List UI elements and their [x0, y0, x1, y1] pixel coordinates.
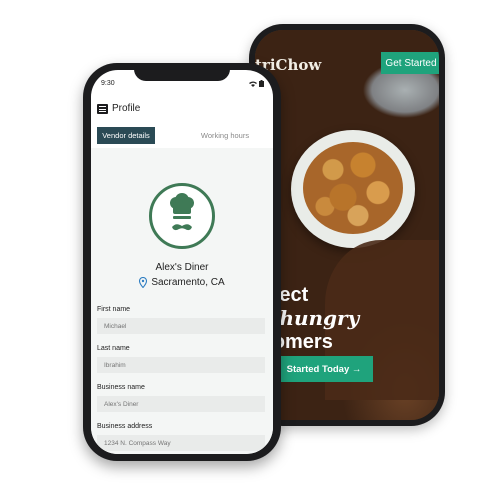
app-bar: Profile: [91, 98, 273, 122]
food-image: [303, 142, 403, 234]
tab-working-hours[interactable]: Working hours: [195, 127, 255, 144]
menu-icon[interactable]: [97, 104, 108, 114]
location-pin-icon: [139, 277, 148, 288]
marketing-screen: triChow Get Started nnect th hungry stom…: [255, 30, 439, 420]
tab-vendor-details[interactable]: Vendor details: [97, 127, 155, 144]
business-name-field[interactable]: [97, 396, 265, 412]
profile-screen: 9:30 Profile Vendor details Working hour…: [91, 70, 273, 454]
business-name-label: Business name: [97, 384, 145, 391]
vendor-location: Sacramento, CA: [91, 277, 273, 288]
get-started-today-button[interactable]: Started Today →: [275, 356, 373, 382]
first-name-label: First name: [97, 306, 131, 313]
last-name-field[interactable]: [97, 357, 265, 373]
business-address-label: Business address: [97, 423, 153, 430]
battery-icon: [259, 80, 264, 87]
status-icons: [249, 80, 264, 87]
profile-content: Alex's Diner Sacramento, CA First name L…: [91, 148, 273, 454]
get-started-button[interactable]: Get Started: [381, 52, 439, 74]
wifi-icon: [249, 81, 257, 87]
location-text: Sacramento, CA: [151, 277, 225, 288]
profile-phone: 9:30 Profile Vendor details Working hour…: [83, 63, 281, 461]
phone-notch: [134, 63, 230, 81]
chef-mustache-icon: [170, 193, 194, 231]
last-name-label: Last name: [97, 345, 130, 352]
vendor-name: Alex's Diner: [155, 262, 209, 273]
page-title: Profile: [112, 103, 141, 114]
business-address-field[interactable]: [97, 435, 265, 451]
profile-tabs: Vendor details Working hours: [95, 127, 269, 144]
hero-emphasis-word: hungry: [279, 306, 360, 330]
vendor-avatar[interactable]: [149, 183, 215, 249]
first-name-field[interactable]: [97, 318, 265, 334]
status-time: 9:30: [101, 80, 115, 87]
